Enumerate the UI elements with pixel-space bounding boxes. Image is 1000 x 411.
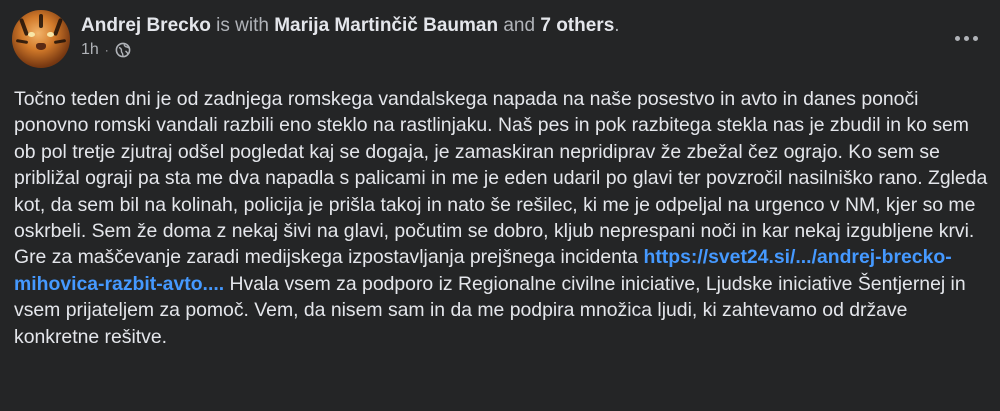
more-options-icon [954,35,960,41]
more-options-button[interactable] [948,20,984,56]
tagged-person-link[interactable]: Marija Martinčič Bauman [274,15,498,36]
others-link[interactable]: 7 others [540,15,614,36]
globe-icon[interactable] [115,42,131,58]
post-timestamp[interactable]: 1h [81,40,99,60]
post-body-text-1: Točno teden dni je od zadnjega romskega … [14,88,988,269]
post-body: Točno teden dni je od zadnjega romskega … [14,86,989,350]
author-avatar[interactable] [12,10,70,68]
post-title-line: Andrej Brecko is with Marija Martinčič B… [81,13,620,39]
with-text: is with [216,15,269,36]
author-name-link[interactable]: Andrej Brecko [81,15,211,36]
and-text: and [503,15,536,36]
separator-dot: · [104,43,109,57]
post-subline: 1h · [81,40,620,60]
facebook-post: Andrej Brecko is with Marija Martinčič B… [0,0,1000,411]
post-header: Andrej Brecko is with Marija Martinčič B… [12,10,620,70]
title-period: . [614,15,620,36]
post-meta: Andrej Brecko is with Marija Martinčič B… [81,10,620,60]
